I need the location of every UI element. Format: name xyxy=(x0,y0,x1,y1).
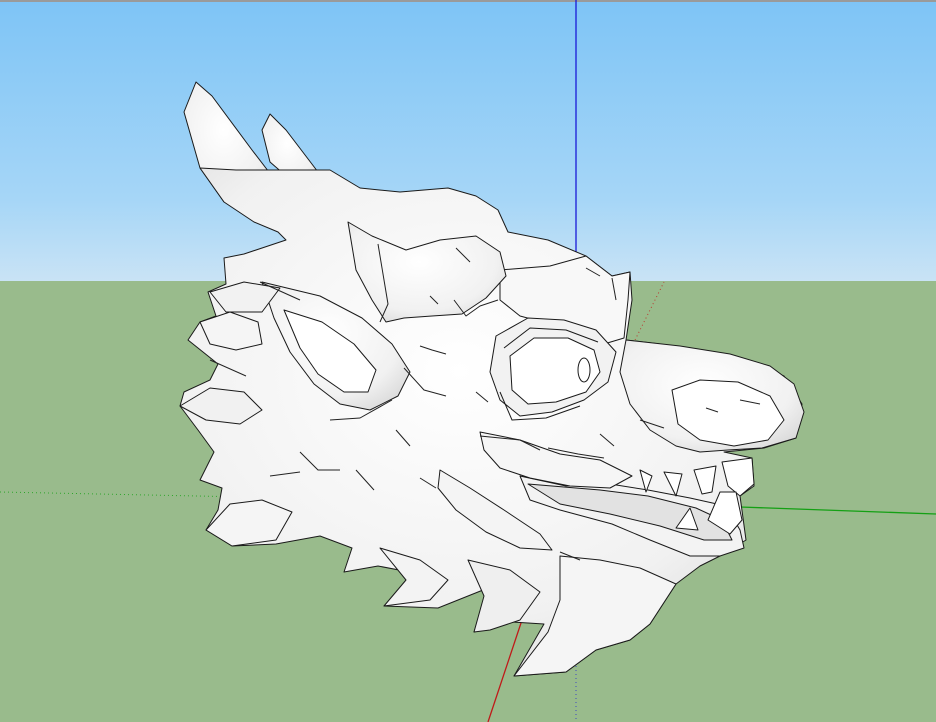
model-scene[interactable] xyxy=(0,0,936,722)
eye-icon xyxy=(577,357,591,383)
green-axis xyxy=(739,506,936,515)
dragon-head-model[interactable] xyxy=(179,81,805,677)
sketchup-3d-viewport[interactable] xyxy=(0,0,936,722)
